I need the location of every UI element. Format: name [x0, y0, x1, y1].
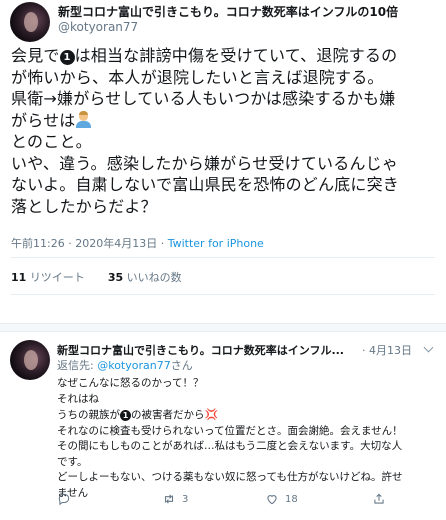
- divider: [11, 257, 435, 258]
- tweet-text: 会見で 1 は相当な誹謗中傷を受けていて、退院するの が怖いから、本人が退院したいと…: [11, 45, 439, 217]
- reply-text: なぜこんなに怒るのかって！？ それはね うちの親族が 1 の被害者だから💢 それなの…: [57, 376, 437, 501]
- like-stat[interactable]: 35 いいねの数: [108, 271, 182, 284]
- tweet-stats: 11 リツイート 35 いいねの数: [11, 269, 182, 285]
- author-display-name[interactable]: 新型コロナ富山で引きこもり。コロナ数死率はインフルの10倍: [58, 3, 398, 20]
- chevron-down-icon[interactable]: [423, 342, 434, 353]
- retweet-count: 3: [182, 493, 189, 505]
- number-one-icon: 1: [120, 410, 131, 421]
- reply-date[interactable]: · 4月13日: [362, 342, 412, 358]
- tweet-text-line: がらせは: [11, 110, 439, 132]
- tweet-text-line: が怖いから、本人が退院したいと言えば退院する。: [11, 67, 384, 87]
- replying-to: 返信先: @kotyoran77さん: [57, 359, 193, 372]
- tweet-time[interactable]: 午前11:26: [11, 237, 65, 250]
- share-icon: [374, 493, 384, 504]
- reply-text-line: です。: [57, 455, 88, 468]
- number-one-icon: 1: [59, 50, 75, 65]
- action-bar: 3 18: [57, 491, 417, 507]
- share-button[interactable]: [372, 491, 386, 507]
- heart-icon: [267, 495, 277, 505]
- like-count: 18: [285, 493, 298, 505]
- like-button[interactable]: 18: [265, 491, 298, 507]
- tweet-source[interactable]: Twitter for iPhone: [168, 237, 264, 250]
- reply-text-line: それはね: [57, 392, 99, 405]
- person-shrugging-emoji: [75, 110, 92, 128]
- tweet-text-line: いや、違う。感染したから嫌がらせ受けているんじゃ: [11, 153, 399, 173]
- anger-emoji: 💢: [204, 408, 219, 421]
- retweet-icon: [164, 494, 174, 504]
- reply-text-line: それなのに検査も受けられないって位置だとさ。面会謝絶。会えません！: [57, 424, 403, 437]
- reply-icon: [58, 493, 70, 506]
- tweet-text-line: 県衛→嫌がらせしている人もいつかは感染するかも嫌: [11, 89, 396, 108]
- tweet-text-line: とのこと。: [11, 132, 92, 151]
- main-tweet: 新型コロナ富山で引きこもり。コロナ数死率はインフルの10倍 @kotyoran7…: [0, 0, 446, 330]
- reply-button[interactable]: [57, 491, 77, 507]
- avatar[interactable]: [10, 340, 50, 380]
- reply-tweet[interactable]: 新型コロナ富山で引きこもり。コロナ数死率はインフル... · 4月13日 返信先…: [0, 332, 446, 520]
- reply-text-line: うちの親族が 1 の被害者だから💢: [57, 408, 219, 421]
- author-handle[interactable]: @kotyoran77: [58, 20, 138, 34]
- reply-text-line: その間にもしものことがあれば…私はもう二度と会えないます。大切な人: [57, 440, 403, 452]
- section-separator: [0, 323, 446, 332]
- reply-author-name[interactable]: 新型コロナ富山で引きこもり。コロナ数死率はインフル...: [57, 342, 362, 358]
- avatar[interactable]: [10, 2, 50, 42]
- retweet-stat[interactable]: 11 リツイート: [11, 271, 85, 284]
- mention-link[interactable]: @kotyoran77: [97, 359, 171, 372]
- divider: [11, 294, 435, 295]
- tweet-text-line: ないよ。自粛しないで富山県民を恐怖のどん底に突き: [11, 175, 400, 194]
- reply-text-line: なぜこんなに怒るのかって！？: [57, 377, 204, 389]
- tweet-text-line: 会見で 1 は相当な誹謗中傷を受けていて、退院するの: [11, 46, 398, 65]
- tweet-text-line: 落としたからだよ？: [11, 196, 157, 216]
- tweet-date[interactable]: 2020年4月13日: [75, 237, 157, 250]
- retweet-button[interactable]: 3: [162, 491, 188, 507]
- reply-text-line: どーしよーもない、つける薬もない奴に怒っても仕方がないけどね。許せ: [57, 471, 403, 483]
- tweet-meta: 午前11:26 · 2020年4月13日 · Twitter for iPhon…: [11, 237, 264, 250]
